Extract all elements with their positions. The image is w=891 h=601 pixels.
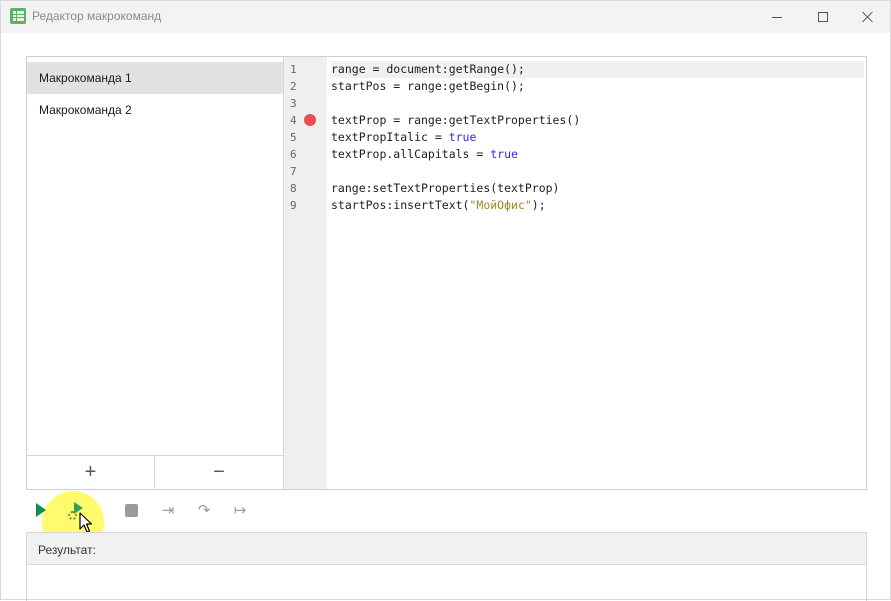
app-icon	[10, 8, 26, 24]
step-over-button[interactable]: ↷	[191, 497, 217, 523]
macro-item[interactable]: Макрокоманда 1	[27, 62, 283, 94]
maximize-icon	[818, 12, 828, 22]
step-into-icon: ⇥	[161, 501, 175, 519]
result-panel: Результат:	[26, 532, 867, 601]
macro-item[interactable]: Макрокоманда 2	[27, 94, 283, 126]
code-line[interactable]: startPos:insertText("МойОфис");	[331, 197, 864, 214]
stop-icon	[124, 503, 138, 517]
stop-button[interactable]	[118, 497, 144, 523]
line-number: 9	[290, 199, 297, 212]
close-icon	[862, 11, 874, 23]
line-number: 7	[290, 165, 297, 178]
step-out-button[interactable]: ↦	[227, 497, 253, 523]
step-out-icon: ↦	[233, 501, 247, 519]
line-number: 4	[290, 114, 297, 127]
macro-list: Макрокоманда 1 Макрокоманда 2 + −	[27, 57, 284, 489]
line-number: 6	[290, 148, 297, 161]
step-into-button[interactable]: ⇥	[155, 497, 181, 523]
line-number: 1	[290, 63, 297, 76]
line-number: 8	[290, 182, 297, 195]
code-line[interactable]: startPos = range:getBegin();	[331, 78, 864, 95]
macro-editor-window: Редактор макрокоманд Макрокоманда 1 Макр…	[0, 0, 891, 601]
line-number: 3	[290, 97, 297, 110]
code-line[interactable]: range:setTextProperties(textProp)	[331, 180, 864, 197]
step-over-icon: ↷	[197, 501, 211, 519]
play-icon	[36, 503, 46, 517]
close-button[interactable]	[845, 1, 891, 33]
line-number: 5	[290, 131, 297, 144]
add-macro-button[interactable]: +	[27, 456, 155, 489]
code-editor[interactable]: range = document:getRange(); startPos = …	[327, 57, 866, 489]
remove-macro-button[interactable]: −	[155, 456, 283, 489]
minimize-button[interactable]	[754, 1, 800, 33]
line-number-gutter[interactable]: 1 2 3 4 5 6 7 8 9	[284, 57, 327, 489]
run-button[interactable]	[28, 497, 54, 523]
title-bar: Редактор макрокоманд	[1, 1, 890, 33]
mouse-cursor-icon	[79, 512, 93, 533]
result-label: Результат:	[27, 533, 866, 565]
breakpoint-icon[interactable]	[304, 114, 316, 126]
code-line[interactable]: range = document:getRange();	[331, 61, 864, 78]
code-line[interactable]: textProp = range:getTextProperties()	[331, 112, 864, 129]
minimize-icon	[772, 16, 782, 18]
gear-icon	[68, 511, 77, 520]
code-line[interactable]: textProp.allCapitals = true	[331, 146, 864, 163]
macro-list-buttons: + −	[27, 455, 283, 489]
line-number: 2	[290, 80, 297, 93]
code-line[interactable]	[331, 163, 864, 180]
editor-frame: Макрокоманда 1 Макрокоманда 2 + − 1 2 3 …	[26, 56, 867, 490]
code-line[interactable]	[331, 95, 864, 112]
maximize-button[interactable]	[800, 1, 846, 33]
window-title: Редактор макрокоманд	[32, 9, 162, 23]
code-line[interactable]: textPropItalic = true	[331, 129, 864, 146]
